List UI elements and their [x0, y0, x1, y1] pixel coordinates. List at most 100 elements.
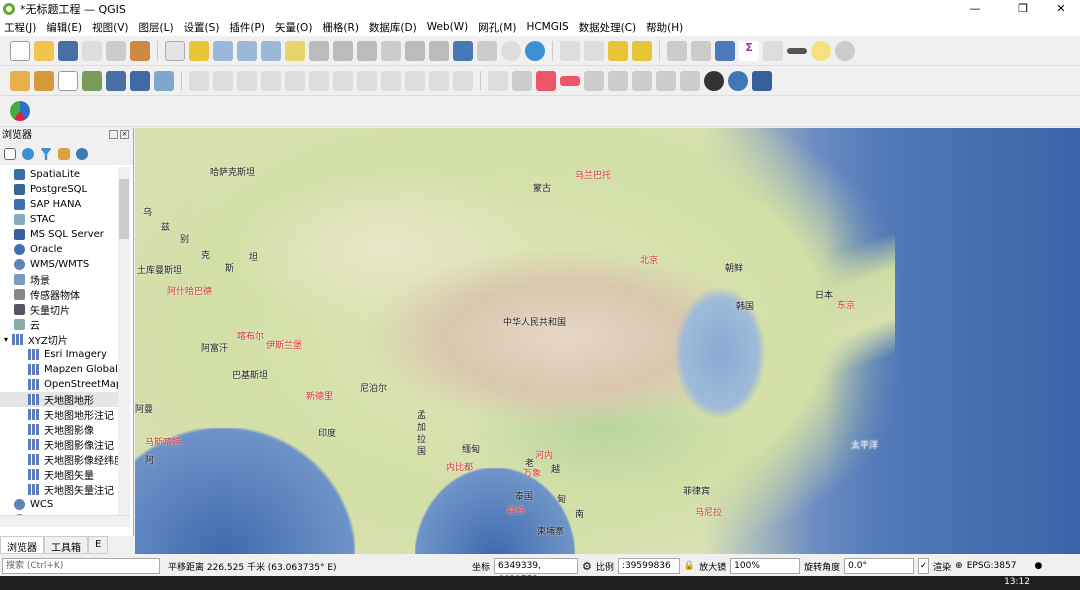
map-canvas[interactable]: 哈萨克斯坦 乌兰巴托 蒙古 乌 兹 别 克 斯 坦 土库曼斯坦 阿什哈巴德 北京…: [135, 128, 1080, 554]
browser-item[interactable]: OpenStreetMap: [0, 377, 118, 392]
menu-mesh[interactable]: 网孔(M): [478, 20, 516, 35]
menu-edit[interactable]: 编辑(E): [46, 20, 82, 35]
zoom-last-icon[interactable]: [357, 40, 377, 61]
browser-item[interactable]: STAC: [0, 212, 118, 227]
close-button[interactable]: ✕: [1046, 0, 1076, 18]
select-icon[interactable]: [560, 40, 580, 61]
cut-icon[interactable]: [357, 70, 377, 91]
browser-item[interactable]: SpatiaLite: [0, 167, 118, 182]
menu-vector[interactable]: 矢量(O): [275, 20, 312, 35]
browser-item[interactable]: WCS: [0, 497, 118, 512]
statistics-sigma-icon[interactable]: Σ: [739, 40, 759, 61]
locator-search-input[interactable]: 搜索 (Ctrl+K): [2, 558, 160, 574]
browser-item[interactable]: 天地图影像经纬度: [0, 452, 118, 467]
label-icon[interactable]: [488, 70, 508, 91]
menu-web[interactable]: Web(W): [427, 21, 468, 33]
menu-raster[interactable]: 栅格(R): [322, 20, 359, 35]
vertex-tool-icon[interactable]: [285, 70, 305, 91]
menu-processing[interactable]: 数据处理(C): [579, 20, 637, 35]
save-edits-icon[interactable]: [237, 70, 257, 91]
filter-icon[interactable]: [40, 148, 52, 160]
minimize-button[interactable]: —: [960, 0, 990, 18]
show-labels-icon[interactable]: [656, 70, 676, 91]
attribute-table-icon[interactable]: [691, 40, 711, 61]
browser-horizontal-scrollbar[interactable]: [0, 515, 130, 527]
redo-icon[interactable]: [453, 70, 473, 91]
add-mesh-icon[interactable]: [130, 70, 150, 91]
add-raster-icon[interactable]: [106, 70, 126, 91]
pan-to-selection-icon[interactable]: [189, 40, 209, 61]
help-icon[interactable]: [752, 70, 772, 91]
browser-item[interactable]: Mapzen Global: [0, 362, 118, 377]
menu-plugins[interactable]: 插件(P): [229, 20, 265, 35]
style-manager-icon[interactable]: [130, 40, 150, 61]
save-project-icon[interactable]: [58, 40, 78, 61]
digitize-icon[interactable]: [261, 70, 281, 91]
change-label-icon[interactable]: [632, 70, 652, 91]
edit-icon[interactable]: [189, 70, 209, 91]
browser-item[interactable]: Esri Imagery: [0, 347, 118, 362]
annotation-icon[interactable]: [835, 40, 855, 61]
tab-toolbox[interactable]: 工具箱: [44, 536, 88, 554]
menu-help[interactable]: 帮助(H): [646, 20, 683, 35]
map-tips-icon[interactable]: [811, 40, 831, 61]
copy-icon[interactable]: [381, 70, 401, 91]
zoom-layer-icon[interactable]: [309, 40, 329, 61]
float-panel-icon[interactable]: [109, 130, 118, 139]
select-location-icon[interactable]: [632, 40, 652, 61]
menu-view[interactable]: 视图(V): [92, 20, 128, 35]
processing-toolbox-icon[interactable]: [715, 40, 735, 61]
menu-project[interactable]: 工程(J): [4, 20, 36, 35]
browser-item[interactable]: PostgreSQL: [0, 182, 118, 197]
bookmarks-icon[interactable]: [477, 40, 497, 61]
zoom-selection-icon[interactable]: [285, 40, 305, 61]
menu-settings[interactable]: 设置(S): [184, 20, 220, 35]
collapse-all-icon[interactable]: [58, 148, 70, 160]
browser-item[interactable]: MS SQL Server: [0, 227, 118, 242]
refresh-icon[interactable]: [525, 40, 545, 61]
python-icon[interactable]: [728, 70, 748, 91]
zoom-in-icon[interactable]: [213, 40, 233, 61]
menu-layer[interactable]: 图层(L): [139, 20, 174, 35]
plugin-globe-icon[interactable]: [704, 70, 724, 91]
menu-database[interactable]: 数据库(D): [369, 20, 417, 35]
zoom-full-icon[interactable]: [261, 40, 281, 61]
add-vector-icon[interactable]: [58, 70, 78, 91]
menu-hcmgis[interactable]: HCMGIS: [526, 21, 568, 33]
browser-item[interactable]: 天地图影像注记: [0, 437, 118, 452]
browser-vertical-scrollbar[interactable]: [118, 167, 130, 515]
render-checkbox[interactable]: ✓: [918, 558, 930, 574]
temporal-icon[interactable]: [501, 40, 521, 61]
bookmark-icon[interactable]: [453, 40, 473, 61]
lock-scale-icon[interactable]: 🔒: [684, 561, 695, 571]
label-tool-icon[interactable]: [512, 70, 532, 91]
open-project-icon[interactable]: [34, 40, 54, 61]
maximize-button[interactable]: ❐: [1008, 0, 1038, 18]
add-delimited-icon[interactable]: [154, 70, 174, 91]
add-selected-icon[interactable]: [4, 148, 16, 160]
diagram-icon[interactable]: [680, 70, 700, 91]
zoom-native-icon[interactable]: [333, 40, 353, 61]
select-value-icon[interactable]: [584, 40, 604, 61]
expand-arrow-icon[interactable]: ▾: [4, 335, 8, 344]
browser-item[interactable]: Oracle: [0, 242, 118, 257]
pin-label-icon[interactable]: [536, 70, 556, 91]
toggle-edit-icon[interactable]: [213, 70, 233, 91]
coordinate-input[interactable]: 6349339, 6621753: [494, 558, 579, 585]
tab-other[interactable]: E: [88, 536, 109, 554]
new-layer-icon[interactable]: [34, 70, 54, 91]
add-spatialite-icon[interactable]: [82, 70, 102, 91]
mouse-toggle-icon[interactable]: ⚙: [582, 560, 592, 573]
browser-item[interactable]: 矢量切片: [0, 302, 118, 317]
undo-icon[interactable]: [429, 70, 449, 91]
browser-item[interactable]: SAP HANA: [0, 197, 118, 212]
browser-item[interactable]: 天地图矢量: [0, 467, 118, 482]
new-project-icon[interactable]: [10, 40, 30, 61]
highlight-label-icon[interactable]: [560, 75, 580, 86]
browser-item[interactable]: 传感器物体: [0, 287, 118, 302]
field-calculator-icon[interactable]: [763, 40, 783, 61]
zoom-next-icon[interactable]: [381, 40, 401, 61]
new-map-view-icon[interactable]: [405, 40, 425, 61]
browser-item[interactable]: 天地图矢量注记: [0, 482, 118, 497]
crs-button[interactable]: EPSG:3857: [967, 561, 1017, 571]
